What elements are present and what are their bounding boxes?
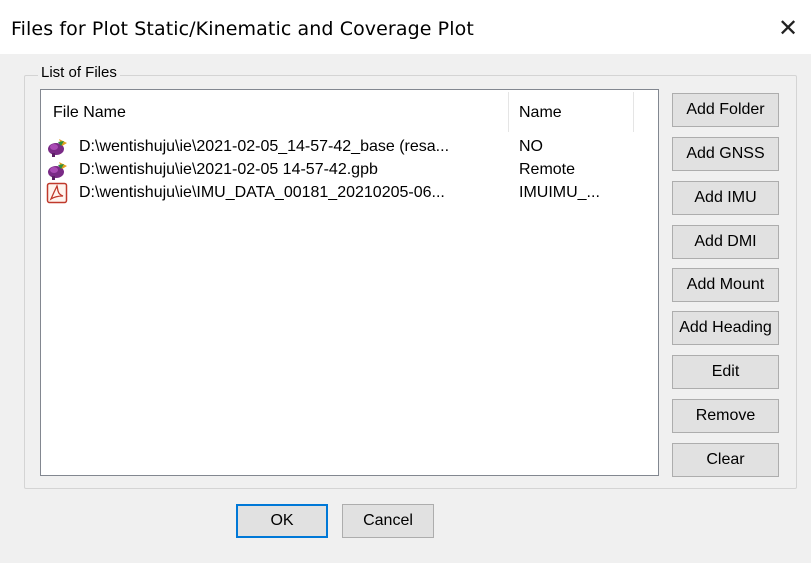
gnss-file-icon [46, 159, 68, 181]
row-file-name: D:\wentishuju\ie\IMU_DATA_00181_20210205… [79, 184, 445, 201]
title-bar: Files for Plot Static/Kinematic and Cove… [0, 0, 811, 54]
list-item[interactable]: D:\wentishuju\ie\2021-02-05_14-57-42_bas… [41, 136, 658, 158]
column-header-file-name[interactable]: File Name [53, 90, 126, 136]
add-mount-button[interactable]: Add Mount [672, 268, 779, 302]
files-dialog: Files for Plot Static/Kinematic and Cove… [0, 0, 811, 563]
gnss-file-icon [46, 136, 68, 158]
row-name: NO [519, 138, 543, 155]
row-file-name: D:\wentishuju\ie\2021-02-05 14-57-42.gpb [79, 161, 378, 178]
group-label: List of Files [38, 64, 120, 81]
clear-button[interactable]: Clear [672, 443, 779, 477]
add-dmi-button[interactable]: Add DMI [672, 225, 779, 259]
remove-button[interactable]: Remove [672, 399, 779, 433]
window-title: Files for Plot Static/Kinematic and Cove… [11, 18, 474, 40]
row-file-name: D:\wentishuju\ie\2021-02-05_14-57-42_bas… [79, 138, 450, 155]
add-heading-button[interactable]: Add Heading [672, 311, 779, 345]
list-item[interactable]: D:\wentishuju\ie\2021-02-05 14-57-42.gpb… [41, 159, 658, 181]
row-name: Remote [519, 161, 576, 178]
ok-button[interactable]: OK [236, 504, 328, 538]
list-item[interactable]: D:\wentishuju\ie\IMU_DATA_00181_20210205… [41, 182, 658, 204]
list-header: File Name Name [41, 90, 658, 136]
pdf-file-icon [46, 182, 68, 204]
close-icon: ✕ [777, 14, 799, 42]
file-list[interactable]: File Name Name D:\wentishuju\ie\2021-02-… [40, 89, 659, 476]
column-separator[interactable] [633, 92, 634, 132]
add-folder-button[interactable]: Add Folder [672, 93, 779, 127]
add-gnss-button[interactable]: Add GNSS [672, 137, 779, 171]
row-name: IMUIMU_... [519, 184, 600, 201]
column-header-name[interactable]: Name [519, 90, 562, 136]
close-button[interactable]: ✕ [771, 14, 805, 42]
cancel-button[interactable]: Cancel [342, 504, 434, 538]
edit-button[interactable]: Edit [672, 355, 779, 389]
add-imu-button[interactable]: Add IMU [672, 181, 779, 215]
column-separator[interactable] [508, 92, 509, 132]
